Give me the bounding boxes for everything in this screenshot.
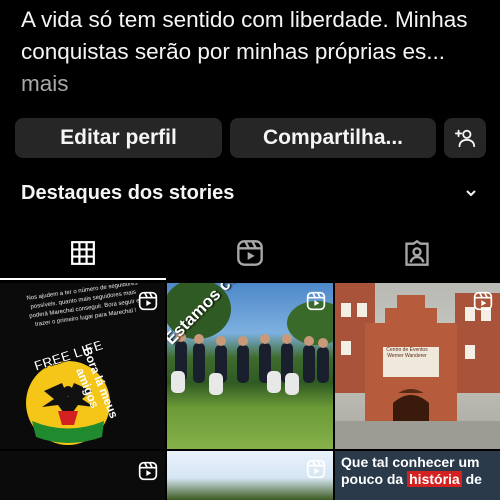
building-plaque-text: Centro de Eventos Werner Wanderer — [386, 347, 428, 359]
bio-more-link[interactable]: mais — [21, 71, 69, 96]
active-tab-indicator — [0, 278, 166, 280]
edit-profile-button[interactable]: Editar perfil — [15, 118, 222, 158]
bio-text: A vida só tem sentido com liberdade. Min… — [21, 7, 468, 64]
reels-icon — [237, 240, 263, 266]
reel-icon — [138, 291, 158, 311]
share-profile-button[interactable]: Compartilha... — [230, 118, 436, 158]
caption-text-end: de — [461, 471, 482, 487]
chevron-down-icon[interactable] — [464, 186, 478, 200]
profile-actions: Editar perfil Compartilha... — [15, 118, 491, 158]
caption-highlight: história — [407, 471, 462, 487]
reel-icon — [306, 291, 326, 311]
tagged-icon — [405, 239, 429, 266]
reel-icon — [473, 291, 493, 311]
profile-tabs — [0, 226, 500, 280]
post-thumbnail[interactable] — [0, 451, 165, 500]
post-thumbnail[interactable]: Centro de Eventos Werner Wanderer — [335, 283, 500, 449]
tab-posts[interactable] — [0, 226, 166, 280]
grid-icon — [71, 241, 95, 265]
highlights-title: Destaques dos stories — [21, 181, 235, 204]
discover-people-button[interactable] — [444, 118, 486, 158]
post-thumbnail[interactable]: Estamos como: — [167, 283, 333, 449]
add-person-icon — [454, 129, 476, 148]
profile-bio: A vida só tem sentido com liberdade. Min… — [21, 4, 491, 100]
story-highlights-header[interactable]: Destaques dos stories — [21, 178, 478, 208]
post-text: Nos ajudem a ter o número de seguidores … — [26, 283, 141, 328]
reel-icon — [306, 459, 326, 479]
posts-grid: Nos ajudem a ter o número de seguidores … — [0, 283, 500, 500]
post-thumbnail[interactable]: Nos ajudem a ter o número de seguidores … — [0, 283, 165, 449]
reel-icon — [138, 461, 158, 481]
post-caption: Que tal conhecer um pouco da história de — [341, 454, 500, 488]
post-thumbnail[interactable]: Que tal conhecer um pouco da história de — [335, 451, 500, 500]
post-thumbnail[interactable] — [167, 451, 333, 500]
tab-reels[interactable] — [167, 226, 333, 280]
tab-tagged[interactable] — [334, 226, 500, 280]
